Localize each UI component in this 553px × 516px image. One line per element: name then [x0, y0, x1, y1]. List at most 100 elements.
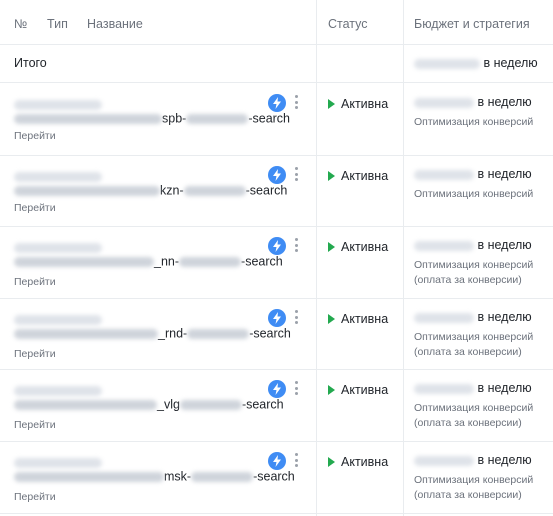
campaign-name[interactable]: msk- -search: [14, 469, 295, 484]
campaign-name-suffix: -search: [248, 111, 291, 126]
campaign-name[interactable]: kzn- -search: [14, 183, 287, 198]
hidden-value: [14, 471, 164, 482]
strategy-note: (оплата за конверсии): [414, 417, 522, 429]
status-cell: Активна: [328, 455, 388, 469]
go-link[interactable]: Перейти: [14, 348, 56, 360]
status-cell: Активна: [328, 383, 388, 397]
strategy-label: Оптимизация конверсий: [414, 116, 534, 128]
hidden-value: [14, 185, 160, 196]
strategy-label: Оптимизация конверсий: [414, 331, 534, 343]
campaign-name[interactable]: spb- -search: [14, 111, 290, 126]
per-week-label: в неделю: [477, 310, 532, 324]
more-vertical-icon[interactable]: [292, 237, 300, 255]
campaign-name-part: _rnd-: [158, 326, 188, 341]
per-week-label: в неделю: [483, 56, 538, 70]
hidden-value: [414, 58, 480, 69]
hidden-value: [179, 256, 242, 267]
lightning-icon[interactable]: [268, 94, 286, 112]
budget-cell: в неделю: [414, 95, 532, 109]
campaign-row[interactable]: _vlg -search Перейти Активна в неделю Опт…: [0, 369, 553, 442]
status-label: Активна: [341, 455, 389, 469]
hidden-value: [414, 383, 474, 394]
per-week-label: в неделю: [477, 381, 532, 395]
go-link[interactable]: Перейти: [14, 276, 56, 288]
go-link[interactable]: Перейти: [14, 491, 56, 503]
total-budget: в неделю: [414, 56, 538, 70]
campaign-name-suffix: -search: [241, 254, 283, 269]
lightning-icon[interactable]: [268, 166, 286, 184]
header-type[interactable]: Тип: [47, 17, 68, 31]
hidden-value: [187, 328, 250, 339]
budget-cell: в неделю: [414, 453, 532, 467]
campaign-name-part: spb-: [162, 111, 187, 126]
campaign-name-suffix: -search: [241, 397, 284, 412]
per-week-label: в неделю: [477, 167, 532, 181]
status-cell: Активна: [328, 312, 388, 326]
more-vertical-icon[interactable]: [292, 166, 300, 184]
header-num[interactable]: №: [14, 17, 27, 31]
lightning-icon[interactable]: [268, 237, 286, 255]
play-triangle-icon: [328, 99, 335, 109]
lightning-icon[interactable]: [268, 452, 286, 470]
strategy-label: Оптимизация конверсий: [414, 259, 534, 271]
hidden-value: [14, 399, 157, 410]
campaign-row[interactable]: spb- -search Перейти Активна в неделю Опт…: [0, 83, 553, 156]
status-cell: Активна: [328, 240, 388, 254]
campaign-name-part: kzn-: [160, 183, 184, 198]
header-status[interactable]: Статус: [328, 17, 368, 31]
lightning-icon[interactable]: [268, 309, 286, 327]
budget-cell: в неделю: [414, 381, 532, 395]
hidden-value: [183, 185, 246, 196]
campaign-name[interactable]: _nn- -search: [14, 254, 283, 269]
status-label: Активна: [341, 97, 389, 111]
more-vertical-icon[interactable]: [292, 380, 300, 398]
play-triangle-icon: [328, 457, 335, 467]
campaign-name[interactable]: _vlg -search: [14, 397, 284, 412]
hidden-value: [414, 169, 474, 180]
campaign-row[interactable]: msk- -search Перейти Активна в неделю Опт…: [0, 441, 553, 514]
strategy-note: (оплата за конверсии): [414, 489, 522, 501]
total-label: Итого: [14, 56, 47, 70]
status-label: Активна: [341, 240, 389, 254]
header-budget[interactable]: Бюджет и стратегия: [414, 17, 530, 31]
hidden-value: [14, 113, 162, 124]
budget-cell: в неделю: [414, 167, 532, 181]
more-vertical-icon[interactable]: [292, 309, 300, 327]
status-label: Активна: [341, 169, 389, 183]
more-vertical-icon[interactable]: [292, 94, 300, 112]
status-label: Активна: [341, 312, 389, 326]
go-link[interactable]: Перейти: [14, 419, 56, 431]
hidden-value: [14, 256, 154, 267]
campaign-name[interactable]: _rnd- -search: [14, 326, 291, 341]
play-triangle-icon: [328, 171, 335, 181]
table-header: № Тип Название Статус Бюджет и стратегия: [0, 0, 553, 45]
total-row: Итого в неделю: [0, 44, 553, 83]
strategy-note: (оплата за конверсии): [414, 346, 522, 358]
hidden-value: [414, 97, 474, 108]
more-vertical-icon[interactable]: [292, 452, 300, 470]
hidden-value: [191, 471, 254, 482]
campaigns-table: № Тип Название Статус Бюджет и стратегия…: [0, 0, 553, 516]
campaign-row[interactable]: _nn- -search Перейти Активна в неделю Опт…: [0, 226, 553, 299]
campaign-name-part: _vlg: [157, 397, 180, 412]
hidden-value: [186, 113, 249, 124]
budget-cell: в неделю: [414, 238, 532, 252]
budget-cell: в неделю: [414, 310, 532, 324]
campaign-row[interactable]: _rnd- -search Перейти Активна в неделю Оп…: [0, 298, 553, 370]
go-link[interactable]: Перейти: [14, 130, 56, 142]
play-triangle-icon: [328, 242, 335, 252]
lightning-icon[interactable]: [268, 380, 286, 398]
campaign-name-part: _nn-: [154, 254, 180, 269]
hidden-value: [414, 240, 474, 251]
campaign-name-part: msk-: [164, 469, 192, 484]
status-cell: Активна: [328, 97, 388, 111]
go-link[interactable]: Перейти: [14, 202, 56, 214]
strategy-note: (оплата за конверсии): [414, 274, 522, 286]
status-cell: Активна: [328, 169, 388, 183]
header-name[interactable]: Название: [87, 17, 143, 31]
campaign-row[interactable]: kzn- -search Перейти Активна в неделю Опт…: [0, 155, 553, 227]
play-triangle-icon: [328, 314, 335, 324]
strategy-label: Оптимизация конверсий: [414, 188, 534, 200]
campaign-name-suffix: -search: [245, 183, 288, 198]
hidden-value: [414, 455, 474, 466]
